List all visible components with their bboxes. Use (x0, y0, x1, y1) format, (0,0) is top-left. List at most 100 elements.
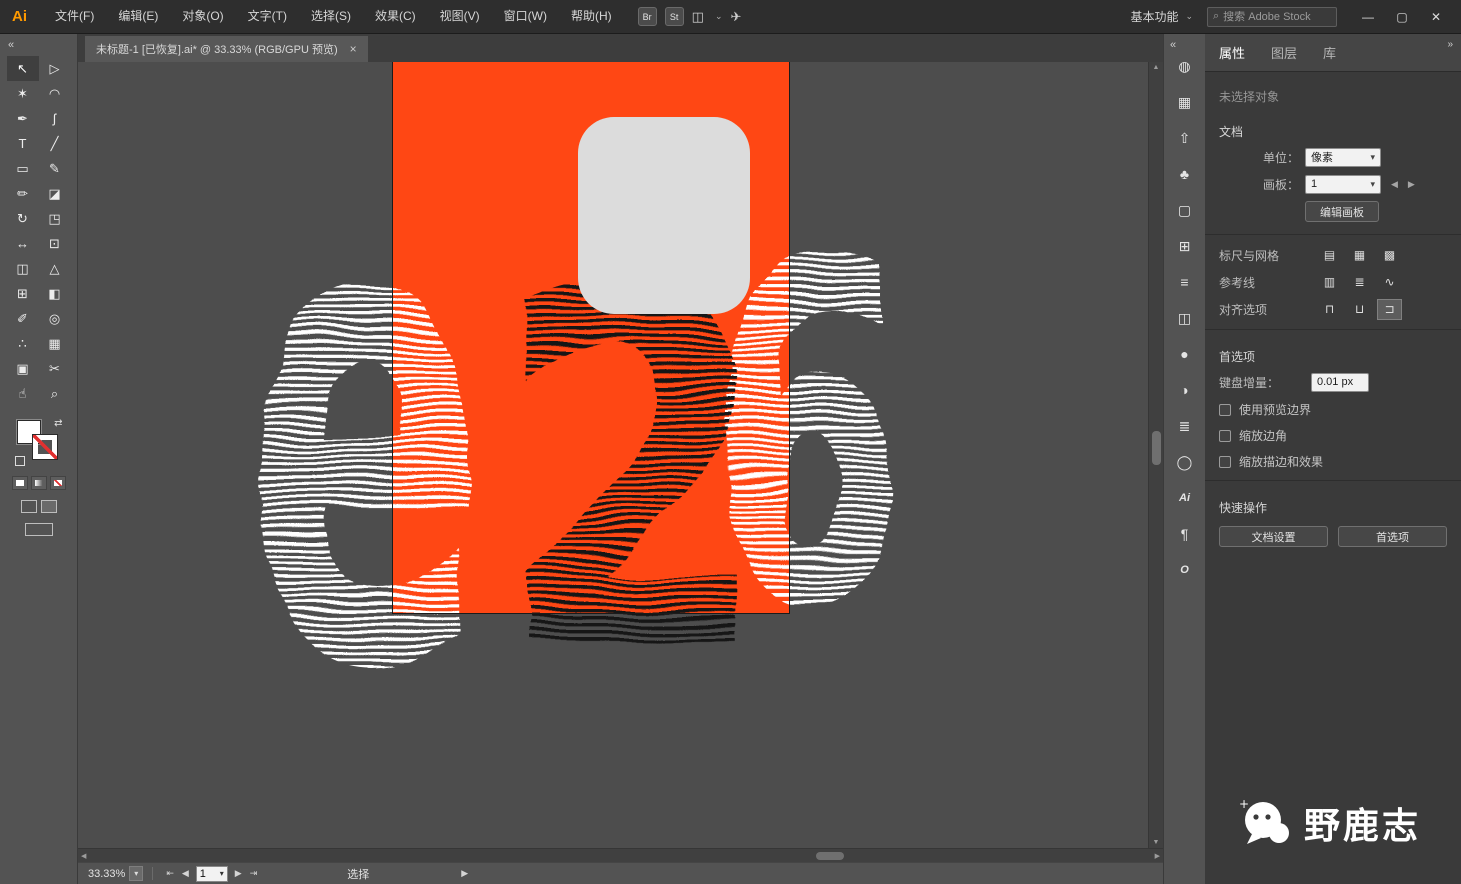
zoom-tool[interactable]: ⌕ (39, 381, 71, 406)
default-colors-icon[interactable] (14, 456, 25, 466)
color-panel-icon[interactable]: ◍ (1170, 53, 1200, 79)
scroll-up-icon[interactable]: ▲ (1149, 64, 1163, 71)
swatches-panel-icon[interactable]: ▢ (1170, 197, 1200, 223)
scroll-right-icon[interactable]: ▶ (1155, 852, 1160, 860)
draw-normal-button[interactable] (20, 500, 37, 513)
character-panel-icon[interactable]: Ai (1170, 485, 1200, 511)
scale-corners-row[interactable]: 缩放边角 (1219, 427, 1447, 444)
stroke-color-swatch[interactable] (32, 435, 57, 459)
gradient-button[interactable] (30, 476, 47, 490)
blend-tool[interactable]: ◎ (39, 306, 71, 331)
show-guides-button[interactable]: ▥ (1317, 272, 1342, 293)
swap-colors-icon[interactable]: ⇄ (54, 418, 62, 429)
menu-window[interactable]: 窗口(W) (492, 0, 559, 33)
collapse-tools-icon[interactable]: « (0, 34, 14, 53)
transform-panel-icon[interactable]: ⊞ (1170, 233, 1200, 259)
artboard-select[interactable]: 1 ▾ (1305, 174, 1381, 194)
hand-tool[interactable]: ☝ (7, 381, 39, 406)
tab-libraries[interactable]: 库 (1323, 43, 1336, 71)
menu-select[interactable]: 选择(S) (299, 0, 363, 33)
smart-guides-button[interactable]: ∿ (1377, 272, 1402, 293)
draw-behind-button[interactable] (40, 500, 57, 513)
edit-artboards-button[interactable]: 编辑画板 (1305, 201, 1379, 222)
scale-strokes-effects-row[interactable]: 缩放描边和效果 (1219, 453, 1447, 470)
stock-search-box[interactable]: ⌕ (1207, 6, 1337, 27)
pathfinder-panel-icon[interactable]: ◫ (1170, 305, 1200, 331)
minimize-button[interactable]: — (1351, 0, 1385, 33)
rounded-rectangle-shape[interactable] (578, 117, 750, 314)
lock-guides-button[interactable]: ≣ (1347, 272, 1372, 293)
paragraph-panel-icon[interactable]: ¶ (1170, 521, 1200, 547)
snap-to-point-button[interactable]: ⊔ (1347, 299, 1372, 320)
scroll-left-icon[interactable]: ◀ (81, 852, 86, 860)
menu-help[interactable]: 帮助(H) (559, 0, 624, 33)
tab-layers[interactable]: 图层 (1271, 43, 1297, 71)
first-artboard-icon[interactable]: ⇤ (166, 868, 174, 879)
scale-strokes-effects-checkbox[interactable] (1219, 455, 1231, 468)
vertical-scrollbar-handle[interactable] (1152, 431, 1161, 466)
scale-corners-checkbox[interactable] (1219, 429, 1231, 442)
preferences-button[interactable]: 首选项 (1338, 526, 1447, 547)
align-panel-icon[interactable]: ≡ (1170, 269, 1200, 295)
opentype-panel-icon[interactable]: O (1170, 557, 1200, 583)
search-input[interactable] (1223, 10, 1331, 23)
gradient-tool[interactable]: ◧ (39, 281, 71, 306)
selection-tool[interactable]: ↖ (6, 56, 39, 81)
direct-selection-tool[interactable]: ▷ (39, 56, 71, 81)
artboard-number-field[interactable]: 1 ▾ (195, 865, 228, 882)
keyboard-increment-field[interactable]: 0.01 px (1311, 372, 1369, 392)
show-transparency-grid-button[interactable]: ▩ (1377, 245, 1402, 266)
tab-properties[interactable]: 属性 (1219, 43, 1245, 71)
menu-edit[interactable]: 编辑(E) (106, 0, 170, 33)
horizontal-scrollbar-handle[interactable] (815, 852, 844, 860)
shaper-tool[interactable]: ✏ (7, 181, 39, 206)
shape-builder-tool[interactable]: ◫ (7, 256, 39, 281)
expand-panels-icon[interactable]: « (1164, 34, 1176, 53)
stroke-panel-icon[interactable]: ≣ (1170, 413, 1200, 439)
change-screen-mode-button[interactable] (24, 523, 53, 536)
magic-wand-tool[interactable]: ✶ (7, 81, 39, 106)
menu-effect[interactable]: 效果(C) (363, 0, 428, 33)
horizontal-scrollbar[interactable]: ◀ ▶ (78, 848, 1163, 862)
rectangle-tool[interactable]: ▭ (7, 156, 39, 181)
menu-type[interactable]: 文字(T) (236, 0, 299, 33)
rotate-tool[interactable]: ↻ (7, 206, 39, 231)
menu-object[interactable]: 对象(O) (170, 0, 235, 33)
close-tab-icon[interactable]: × (350, 42, 357, 56)
brushes-panel-icon[interactable]: ♣ (1170, 161, 1200, 187)
eraser-tool[interactable]: ◪ (39, 181, 71, 206)
scroll-down-icon[interactable]: ▼ (1149, 839, 1163, 846)
color-button[interactable] (11, 476, 28, 490)
layout-switcher-icon[interactable]: ◫ (692, 9, 704, 25)
slice-tool[interactable]: ✂ (39, 356, 71, 381)
share-icon[interactable]: ✈ (731, 9, 742, 25)
column-graph-tool[interactable]: ▦ (39, 331, 71, 356)
eyedropper-tool[interactable]: ✐ (7, 306, 39, 331)
show-grid-button[interactable]: ▦ (1347, 245, 1372, 266)
menu-view[interactable]: 视图(V) (428, 0, 492, 33)
snap-to-grid-button[interactable]: ⊓ (1317, 299, 1342, 320)
gradient-panel-icon[interactable]: ◑ (1170, 377, 1200, 403)
stock-badge[interactable]: St (664, 7, 684, 26)
next-artboard-icon[interactable]: ▶ (235, 868, 242, 879)
close-button[interactable]: ✕ (1419, 0, 1453, 33)
free-transform-tool[interactable]: ⊡ (39, 231, 71, 256)
curvature-tool[interactable]: ʃ (39, 106, 71, 131)
maximize-button[interactable]: ▢ (1385, 0, 1419, 33)
symbol-sprayer-tool[interactable]: ∴ (7, 331, 39, 356)
previous-artboard-icon[interactable]: ◀ (182, 868, 189, 879)
scale-tool[interactable]: ◳ (39, 206, 71, 231)
artboard-tool[interactable]: ▣ (7, 356, 39, 381)
workspace-switcher[interactable]: 基本功能 ⌄ (1130, 8, 1193, 25)
lasso-tool[interactable]: ◠ (39, 81, 71, 106)
use-preview-bounds-checkbox[interactable] (1219, 403, 1231, 416)
previous-artboard-icon[interactable]: ◀ (1391, 179, 1398, 190)
transparency-panel-icon[interactable]: ◯ (1170, 449, 1200, 475)
perspective-grid-tool[interactable]: △ (39, 256, 71, 281)
stripe-letter-e[interactable]: e (246, 62, 485, 818)
pen-tool[interactable]: ✒ (7, 106, 39, 131)
bridge-badge[interactable]: Br (637, 7, 657, 26)
menu-file[interactable]: 文件(F) (43, 0, 106, 33)
zoom-dropdown-icon[interactable]: ▾ (129, 866, 144, 881)
vertical-scrollbar[interactable]: ▲ ▼ (1148, 62, 1163, 848)
